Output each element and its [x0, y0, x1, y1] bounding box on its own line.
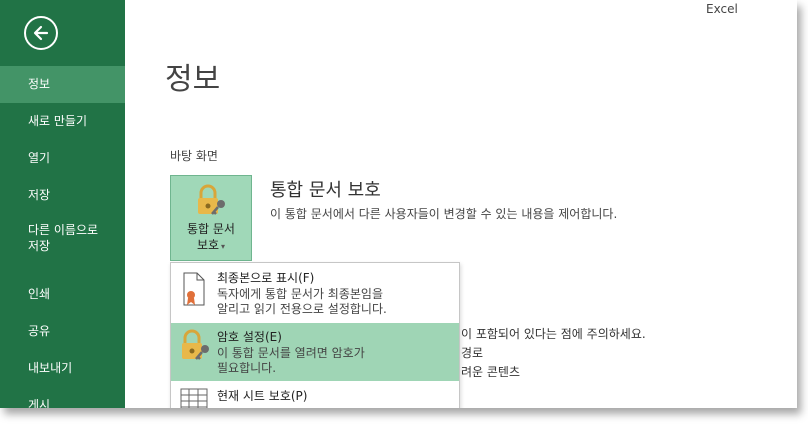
menu-item-title: 암호 설정(E) [217, 330, 282, 344]
nav-item-open[interactable]: 열기 [0, 140, 125, 177]
lock-key-icon [198, 184, 225, 215]
protect-workbook-button[interactable]: 통합 문서 보호 ▾ [170, 175, 252, 261]
back-arrow-icon [33, 25, 49, 41]
page-title: 정보 [165, 62, 221, 97]
excel-backstage-window: 정보 새로 만들기 열기 저장 다른 이름으로 저장 인쇄 공유 내보내기 게시… [0, 0, 797, 408]
menu-item-title: 현재 시트 보호(P) [217, 389, 308, 403]
app-name: Excel [706, 2, 738, 16]
nav-item-publish[interactable]: 게시 [0, 387, 125, 408]
nav-item-export[interactable]: 내보내기 [0, 350, 125, 387]
protect-button-label-line1: 통합 문서 [187, 222, 235, 236]
back-button[interactable] [24, 16, 58, 50]
menu-item-encrypt-with-password[interactable]: 암호 설정(E) 이 통합 문서를 열려면 암호가 필요합니다. [171, 323, 459, 381]
chevron-down-icon: ▾ [221, 242, 226, 251]
menu-item-desc-line2: 알리고 읽기 전용으로 설정합니다. [217, 302, 387, 316]
nav-item-save-as-line2: 저장 [28, 239, 51, 253]
menu-item-desc-line1: 이 통합 문서를 열려면 암호가 [217, 346, 365, 360]
sheet-grid-icon [180, 388, 208, 408]
menu-item-desc-line2: 필요합니다. [217, 361, 277, 375]
protect-workbook-menu: 최종본으로 표시(F) 독자에게 통합 문서가 최종본임을 알리고 읽기 전용으… [170, 262, 460, 408]
menu-item-desc-line1: 독자에게 통합 문서가 최종본임을 [217, 287, 384, 301]
inspect-text-line2: 경로 [461, 346, 484, 360]
nav-item-save[interactable]: 저장 [0, 177, 125, 214]
backstage-sidebar: 정보 새로 만들기 열기 저장 다른 이름으로 저장 인쇄 공유 내보내기 게시 [0, 0, 125, 408]
lock-key-icon [182, 329, 209, 360]
nav-item-share[interactable]: 공유 [0, 313, 125, 350]
nav-item-info[interactable]: 정보 [0, 66, 125, 103]
nav-item-save-as-line1: 다른 이름으로 [28, 223, 99, 237]
protect-section-heading: 통합 문서 보호 [270, 180, 381, 201]
menu-item-title: 최종본으로 표시(F) [217, 271, 315, 285]
nav-item-print[interactable]: 인쇄 [0, 276, 125, 313]
document-ribbon-icon [183, 272, 205, 306]
file-location: 바탕 화면 [170, 149, 218, 163]
nav-item-new[interactable]: 새로 만들기 [0, 103, 125, 140]
protect-button-label-line2: 보호 ▾ [196, 238, 226, 252]
protect-section-description: 이 통합 문서에서 다른 사용자들이 변경할 수 있는 내용을 제어합니다. [270, 207, 618, 221]
menu-item-mark-as-final[interactable]: 최종본으로 표시(F) 독자에게 통합 문서가 최종본임을 알리고 읽기 전용으… [171, 263, 459, 323]
backstage-nav: 정보 새로 만들기 열기 저장 다른 이름으로 저장 인쇄 공유 내보내기 게시 [0, 66, 125, 408]
inspect-text-line1: 이 포함되어 있다는 점에 주의하세요. [461, 327, 646, 341]
inspect-text-line3: 려운 콘텐츠 [461, 365, 521, 379]
menu-item-protect-current-sheet[interactable]: 현재 시트 보호(P) [171, 381, 459, 408]
nav-item-save-as[interactable]: 다른 이름으로 저장 [0, 214, 125, 264]
